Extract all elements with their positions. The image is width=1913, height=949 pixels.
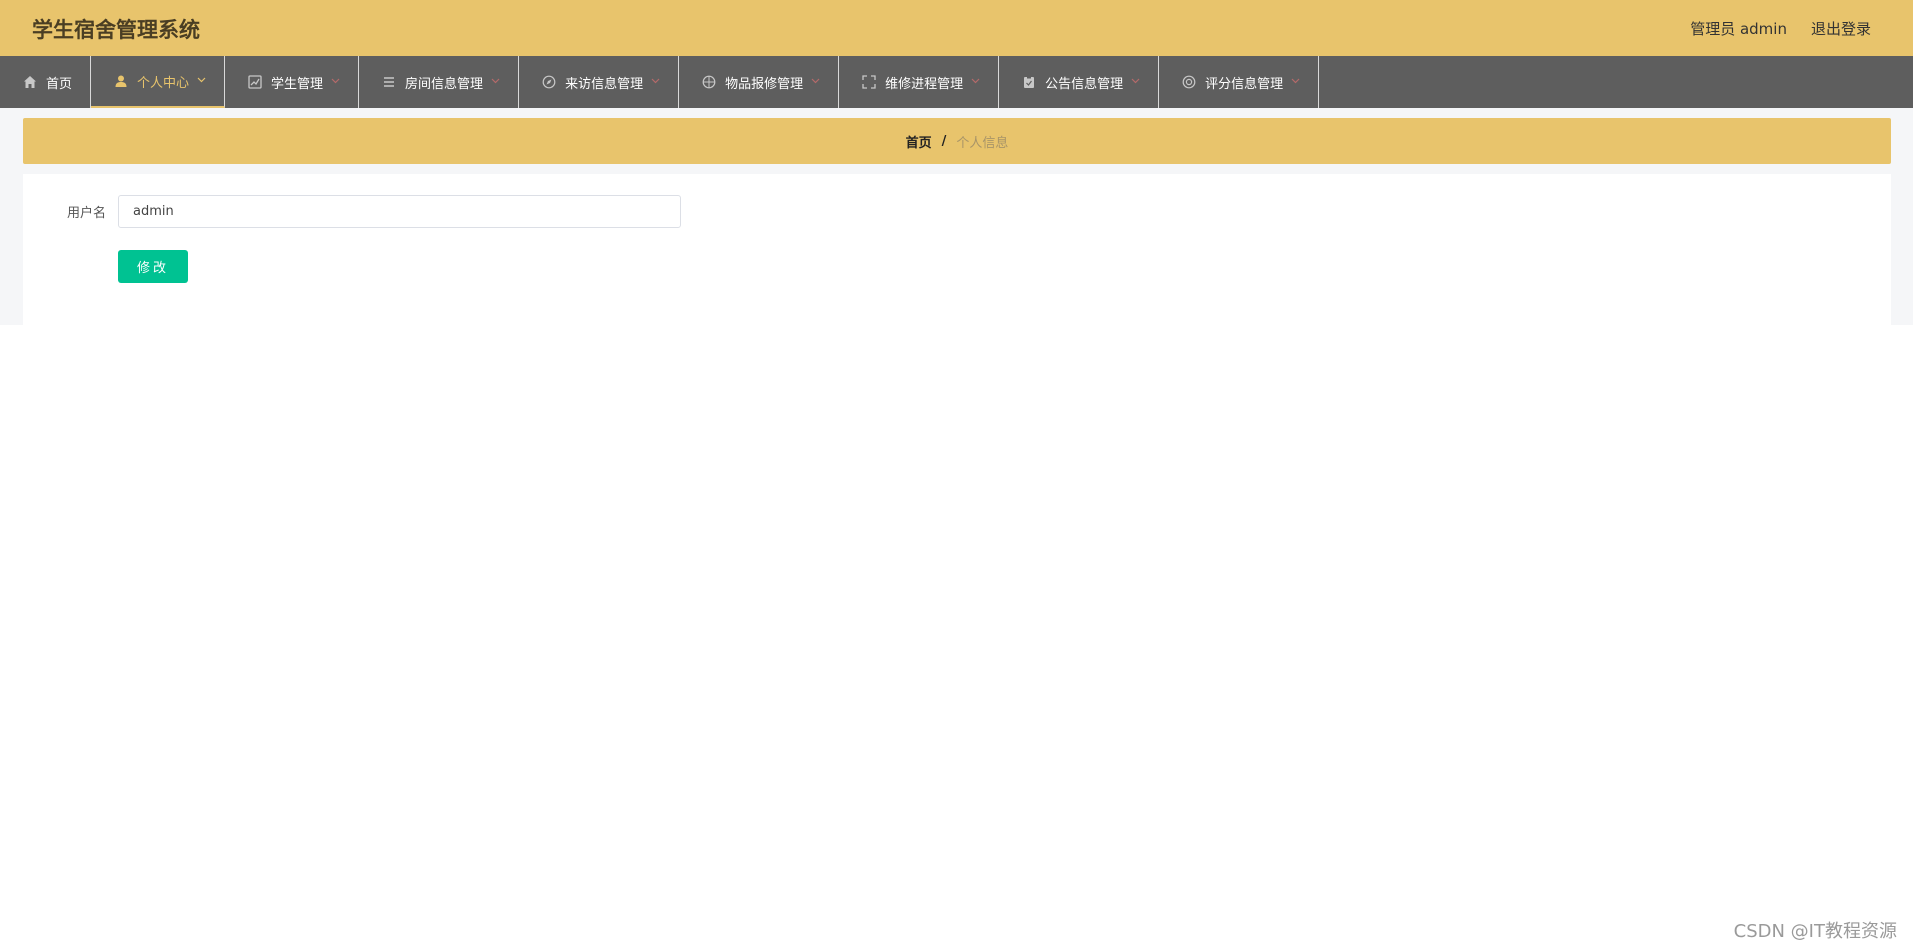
breadcrumb-current: 个人信息: [956, 135, 1009, 151]
breadcrumb-separator: /: [941, 133, 947, 149]
main-nav: 首页 个人中心 学生管理 房间信息管理 来访信息管理 物品报修管理 维修进程管理…: [0, 56, 1913, 108]
nav-item-home[interactable]: 首页: [0, 56, 92, 108]
chevron-down-icon: [491, 77, 500, 87]
home-icon: [22, 74, 38, 90]
chevron-down-icon: [811, 77, 820, 87]
watermark: CSDN @IT教程资源: [1733, 921, 1897, 942]
username-field[interactable]: [118, 195, 681, 228]
chart-icon: [247, 74, 263, 90]
nav-item-label: 评分信息管理: [1205, 76, 1284, 92]
nav-item-label: 首页: [46, 76, 73, 92]
nav-item-label: 公告信息管理: [1045, 76, 1124, 92]
lifebuoy-icon: [1181, 74, 1197, 90]
nav-item-rooms[interactable]: 房间信息管理: [359, 56, 520, 108]
nav-item-label: 学生管理: [271, 76, 324, 92]
chevron-down-icon: [651, 77, 660, 87]
fullscreen-icon: [861, 74, 877, 90]
chevron-down-icon: [331, 77, 340, 87]
nav-item-label: 个人中心: [137, 75, 190, 91]
nav-item-label: 来访信息管理: [565, 76, 644, 92]
nav-item-visitors[interactable]: 来访信息管理: [519, 56, 680, 108]
app-title: 学生宿舍管理系统: [32, 18, 200, 42]
modify-button[interactable]: 修改: [118, 250, 188, 283]
breadcrumb: 首页 / 个人信息: [23, 118, 1891, 164]
user-icon: [113, 73, 129, 89]
app-header: 学生宿舍管理系统 管理员 admin 退出登录: [0, 0, 1913, 56]
chevron-down-icon: [971, 77, 980, 87]
nav-item-label: 物品报修管理: [725, 76, 804, 92]
nav-item-students[interactable]: 学生管理: [225, 56, 360, 108]
nav-item-profile[interactable]: 个人中心: [91, 56, 226, 108]
nav-item-label: 房间信息管理: [405, 76, 484, 92]
nav-item-ratings[interactable]: 评分信息管理: [1159, 56, 1320, 108]
current-user-label: 管理员 admin: [1690, 20, 1787, 38]
nav-item-label: 维修进程管理: [885, 76, 964, 92]
chevron-down-icon: [1131, 77, 1140, 87]
compass-icon: [541, 74, 557, 90]
chevron-down-icon: [197, 76, 206, 86]
nav-item-repairs[interactable]: 物品报修管理: [679, 56, 840, 108]
chevron-down-icon: [1291, 77, 1300, 87]
username-label: 用户名: [67, 206, 107, 221]
clipboard-icon: [1021, 74, 1037, 90]
list-icon: [381, 74, 397, 90]
nav-item-maintenance[interactable]: 维修进程管理: [839, 56, 1000, 108]
nav-item-notices[interactable]: 公告信息管理: [999, 56, 1160, 108]
aperture-icon: [701, 74, 717, 90]
header-user-area: 管理员 admin 退出登录: [1690, 18, 1871, 39]
logout-link[interactable]: 退出登录: [1811, 18, 1871, 39]
breadcrumb-home-link[interactable]: 首页: [906, 132, 932, 151]
